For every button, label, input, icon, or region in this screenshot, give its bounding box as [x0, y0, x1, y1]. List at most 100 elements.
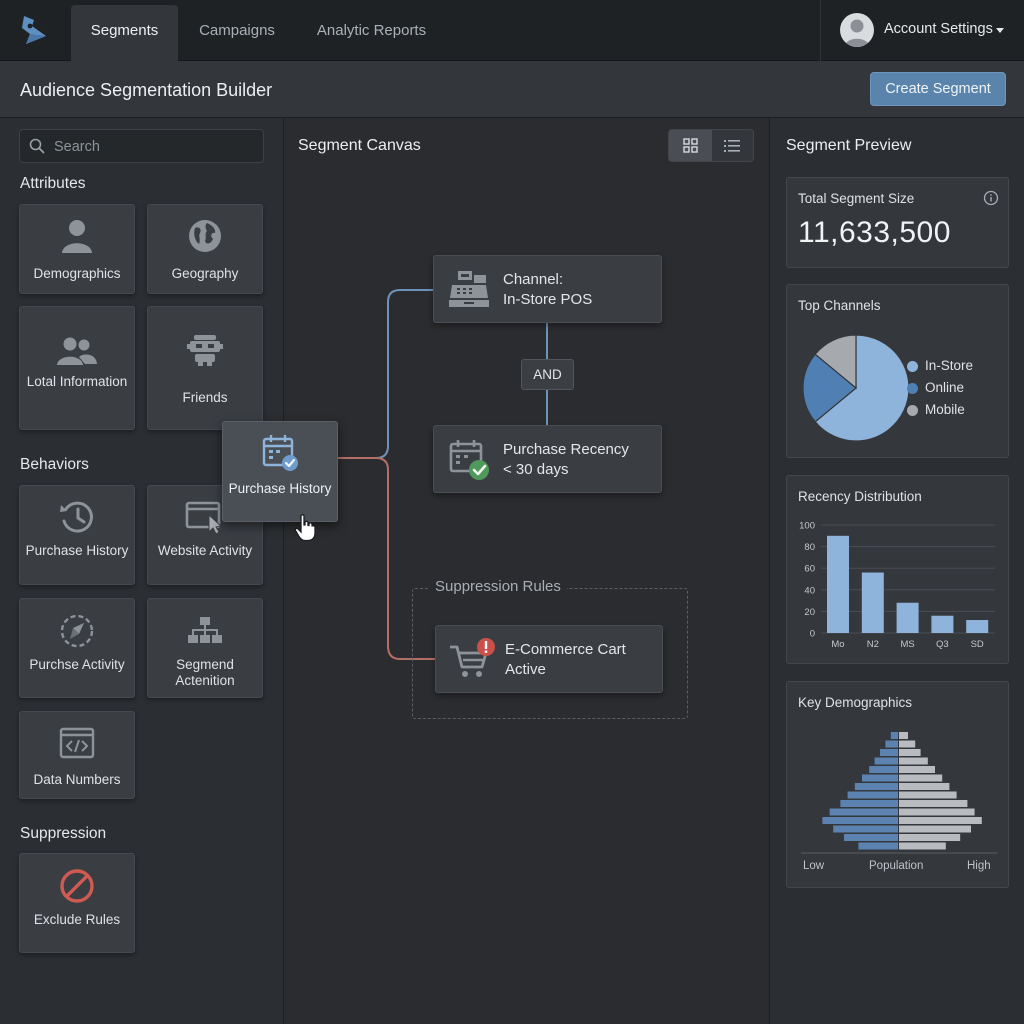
total-size-label: Total Segment Size — [798, 191, 915, 206]
pyramid-bar-right — [899, 749, 921, 756]
tile-friends[interactable]: Friends — [147, 306, 263, 430]
node-ecommerce-cart[interactable]: E-Commerce Cart Active — [435, 625, 663, 693]
hand-cursor-icon — [294, 514, 316, 542]
legend-in-store: In-Store — [907, 358, 974, 373]
x-tick-label: Q3 — [936, 639, 949, 650]
pyramid-bar-left — [854, 783, 898, 790]
node-recency-line2: < 30 days — [503, 461, 569, 478]
tile-label: Exclude Rules — [33, 912, 121, 927]
tile-geography[interactable]: Geography — [147, 204, 263, 294]
code-window-icon — [59, 727, 95, 759]
node-recency-line1: Purchase Recency — [503, 441, 629, 458]
segment-canvas[interactable]: Segment Canvas Channel: In-Store POS AND… — [284, 118, 770, 1024]
node-channel[interactable]: Channel: In-Store POS — [433, 255, 662, 323]
pyramid-bar-right — [899, 732, 908, 739]
legend-mobile: Mobile — [907, 402, 965, 417]
top-channels-pie — [802, 334, 910, 442]
population-pyramid — [801, 732, 997, 854]
pyramid-bar-left — [874, 757, 898, 765]
browser-cursor-icon — [185, 501, 223, 534]
dragging-purchase-history-tile[interactable]: Purchase History — [222, 421, 338, 522]
tile-data-numbers[interactable]: Data Numbers — [19, 711, 135, 799]
create-segment-button[interactable]: Create Segment — [870, 72, 1006, 106]
node-channel-line1: Channel: — [503, 271, 564, 288]
tile-segmend-actenition[interactable]: Segmend Actenition — [147, 598, 263, 698]
bar-sd — [966, 620, 989, 633]
pyramid-bar-left — [885, 740, 898, 748]
y-tick-label: 80 — [804, 542, 815, 553]
search-icon — [29, 138, 45, 154]
behaviors-heading: Behaviors — [20, 456, 89, 473]
pyramid-bar-left — [829, 808, 898, 816]
demo-axis-mid: Population — [869, 860, 924, 872]
user-icon — [844, 19, 870, 47]
y-tick-label: 40 — [804, 585, 815, 596]
node-purchase-recency[interactable]: Purchase Recency < 30 days — [433, 425, 662, 493]
legend-label: Online — [925, 380, 965, 395]
attribute-library: Search Attributes Demographics Geography… — [0, 118, 284, 1024]
x-tick-label: SD — [971, 639, 984, 650]
globe-icon — [189, 220, 221, 252]
and-operator[interactable]: AND — [521, 359, 574, 390]
info-icon[interactable] — [983, 190, 999, 206]
pyramid-bar-right — [899, 834, 961, 841]
tab-analytic-reports[interactable]: Analytic Reports — [303, 5, 440, 61]
tile-label: Friends — [182, 390, 228, 405]
legend-label: In-Store — [925, 358, 974, 373]
tile-demographics[interactable]: Demographics — [19, 204, 135, 294]
legend-label: Mobile — [925, 402, 965, 417]
key-demographics-card: Key Demographics Low Population High — [786, 681, 1009, 888]
logo-icon[interactable] — [18, 12, 52, 48]
tile-lotal-information[interactable]: Lotal Information — [19, 306, 135, 430]
tab-campaigns[interactable]: Campaigns — [186, 5, 288, 61]
pyramid-bar-right — [899, 757, 928, 765]
bar-ms — [896, 602, 919, 633]
tile-purchse-activity[interactable]: Purchse Activity — [19, 598, 135, 698]
account-menu[interactable]: Account Settings — [820, 0, 1024, 61]
preview-title: Segment Preview — [786, 137, 912, 154]
y-tick-label: 20 — [804, 607, 815, 618]
suppression-rules-label: Suppression Rules — [429, 578, 567, 595]
top-nav: Segments Campaigns Analytic Reports Acco… — [0, 0, 1024, 61]
tile-purchase-history[interactable]: Purchase History — [19, 485, 135, 585]
demo-axis-high: High — [967, 860, 991, 872]
y-tick-label: 100 — [799, 521, 815, 532]
pyramid-bar-left — [844, 834, 898, 841]
demo-axis-low: Low — [803, 860, 825, 872]
pyramid-bar-right — [899, 800, 968, 807]
bar-mo — [827, 535, 849, 633]
account-settings-label[interactable]: Account Settings — [884, 21, 993, 37]
pyramid-bar-left — [840, 800, 898, 807]
tab-segments[interactable]: Segments — [71, 5, 178, 61]
top-channels-card: Top Channels In-Store Online Mobile — [786, 284, 1009, 458]
pyramid-bar-right — [899, 740, 916, 748]
pyramid-bar-right — [899, 774, 943, 782]
legend-dot — [907, 361, 918, 372]
pyramid-bar-left — [822, 817, 898, 824]
tile-label: Demographics — [33, 266, 121, 281]
node-channel-line2: In-Store POS — [503, 291, 593, 308]
bar-n2 — [861, 572, 884, 633]
avatar[interactable] — [840, 13, 874, 47]
tile-exclude-rules[interactable]: Exclude Rules — [19, 853, 135, 953]
pyramid-bar-left — [858, 842, 898, 850]
legend-dot — [907, 405, 918, 416]
pyramid-bar-left — [833, 825, 898, 833]
node-cart-line1: E-Commerce Cart — [505, 641, 626, 658]
total-size-card: Total Segment Size 11,633,500 — [786, 177, 1009, 268]
pyramid-bar-left — [869, 766, 898, 773]
tile-label: Segmend Actenition — [175, 657, 235, 688]
node-cart-line2: Active — [505, 661, 546, 678]
pyramid-bar-right — [899, 825, 971, 833]
legend-dot — [907, 383, 918, 394]
chevron-down-icon[interactable] — [996, 28, 1004, 33]
tile-label: Website Activity — [157, 543, 253, 558]
y-tick-label: 0 — [810, 629, 815, 640]
search-input[interactable]: Search — [19, 129, 264, 163]
history-icon — [60, 501, 93, 533]
legend-online: Online — [907, 380, 965, 395]
pyramid-bar-left — [890, 732, 898, 739]
recency-bar-chart: 0 20 40 60 80 100 Mo N2 MS Q3 SD — [799, 521, 995, 650]
bar-q3 — [931, 615, 954, 633]
total-size-value: 11,633,500 — [798, 216, 951, 249]
